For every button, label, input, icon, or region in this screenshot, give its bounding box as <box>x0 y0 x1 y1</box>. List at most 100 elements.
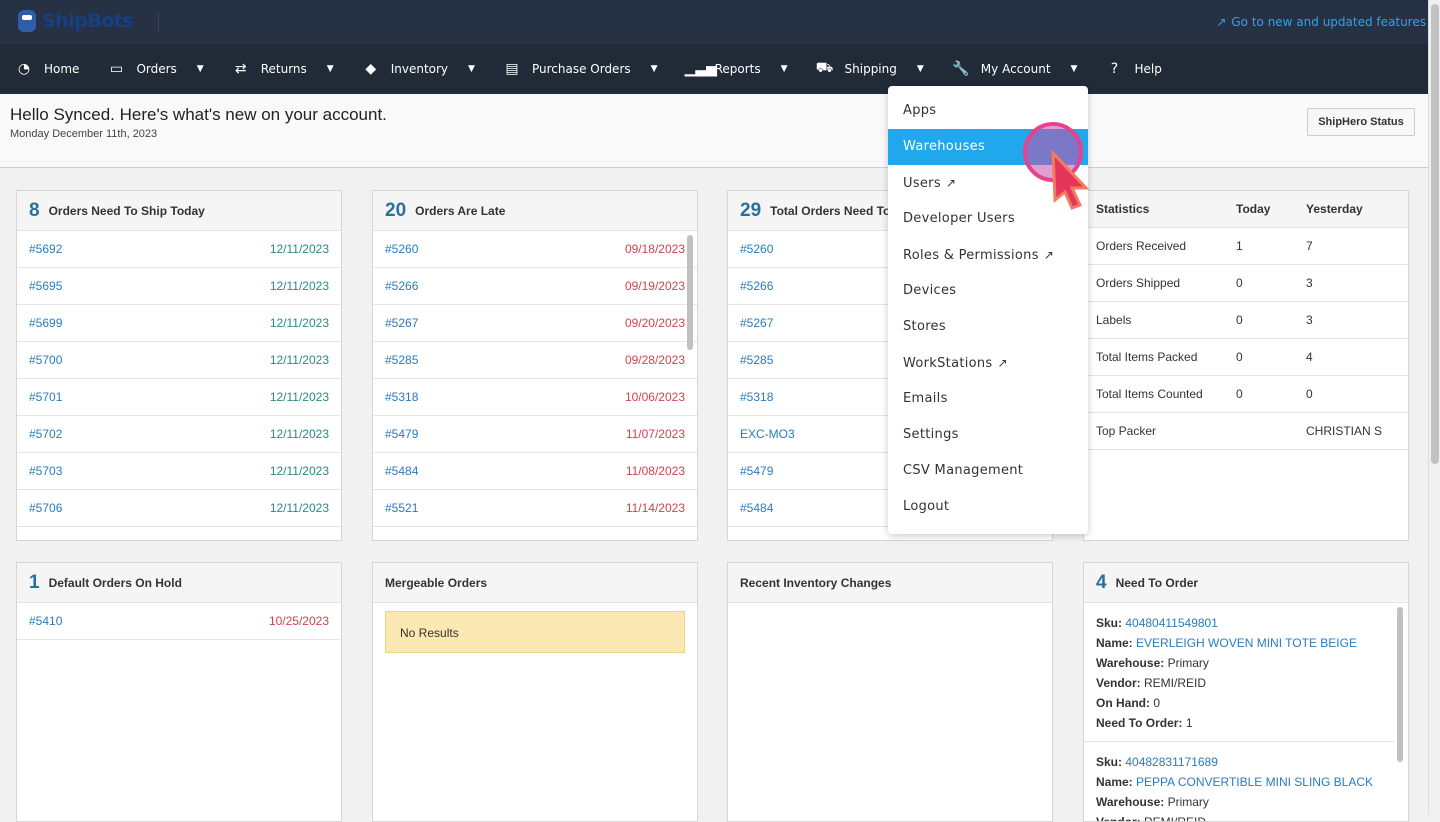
order-link[interactable]: #5266 <box>385 279 418 293</box>
order-link[interactable]: #5260 <box>740 242 773 256</box>
order-link[interactable]: #5260 <box>385 242 418 256</box>
order-link[interactable]: #5692 <box>29 242 62 256</box>
nav-my-account[interactable]: 🔧 My Account ▼ <box>951 61 1078 77</box>
order-date: 12/11/2023 <box>269 501 329 515</box>
menu-item-label: Logout <box>903 499 950 514</box>
order-link[interactable]: #5266 <box>740 279 773 293</box>
order-row: #5285 09/28/2023 <box>373 342 697 379</box>
panel-header: 4 Need To Order <box>1084 563 1408 603</box>
menu-item-workstations[interactable]: WorkStations ↗ <box>888 345 1088 381</box>
page-scrollbar[interactable] <box>1428 0 1440 815</box>
caret-down-icon[interactable]: ▼ <box>468 64 475 74</box>
order-link[interactable]: #5318 <box>385 390 418 404</box>
stats-row: Total Items Counted 0 0 <box>1084 375 1408 413</box>
nav-label: Purchase Orders <box>531 62 631 76</box>
order-link[interactable]: #5703 <box>29 464 62 478</box>
divider <box>158 12 159 32</box>
order-link[interactable]: #5521 <box>385 501 418 515</box>
nav-shipping[interactable]: ⛟ Shipping ▼ <box>815 60 924 78</box>
greeting-title: Hello Synced. Here's what's new on your … <box>10 105 387 124</box>
order-row: #5318 10/06/2023 <box>373 379 697 416</box>
panel-header: Recent Inventory Changes <box>728 563 1052 603</box>
menu-item-devices[interactable]: Devices <box>888 273 1088 309</box>
menu-item-roles-permissions[interactable]: Roles & Permissions ↗ <box>888 237 1088 273</box>
field-label: Sku: <box>1096 755 1123 769</box>
order-link[interactable]: #5701 <box>29 390 62 404</box>
order-link[interactable]: EXC-MO3 <box>740 427 795 441</box>
menu-item-label: Settings <box>903 427 959 442</box>
menu-item-logout[interactable]: Logout <box>888 489 1088 525</box>
nav-help[interactable]: ? Help <box>1104 61 1162 77</box>
caret-down-icon[interactable]: ▼ <box>197 64 204 74</box>
order-link[interactable]: #5285 <box>385 353 418 367</box>
order-date: 10/06/2023 <box>624 390 685 404</box>
logo[interactable]: ShipBots <box>18 10 134 32</box>
order-link[interactable]: #5318 <box>740 390 773 404</box>
menu-item-emails[interactable]: Emails <box>888 381 1088 417</box>
need-to-order-item: Sku: 40482831171689 Name: PEPPA CONVERTIB… <box>1084 742 1394 822</box>
order-link[interactable]: #5699 <box>29 316 62 330</box>
sku-value[interactable]: 40480411549801 <box>1125 616 1218 630</box>
order-link[interactable]: #5702 <box>29 427 62 441</box>
order-link[interactable]: #5695 <box>29 279 62 293</box>
menu-item-stores[interactable]: Stores <box>888 309 1088 345</box>
order-link[interactable]: #5484 <box>385 464 418 478</box>
order-row: #5706 12/11/2023 <box>17 490 341 527</box>
stats-cell: 0 <box>1224 301 1294 339</box>
greeting-date: Monday December 11th, 2023 <box>10 128 158 140</box>
order-link[interactable]: #5706 <box>29 501 62 515</box>
order-row: #5479 11/07/2023 <box>373 416 697 453</box>
tags-icon: ◆ <box>365 61 377 77</box>
caret-down-icon[interactable]: ▼ <box>781 64 788 74</box>
menu-item-csv-management[interactable]: CSV Management <box>888 453 1088 489</box>
stats-cell: 0 <box>1224 264 1294 302</box>
menu-item-settings[interactable]: Settings <box>888 417 1088 453</box>
stats-cell: 1 <box>1224 227 1294 265</box>
panel-header: 20 Orders Are Late <box>373 191 697 231</box>
nav-orders[interactable]: ▭ Orders ▼ <box>106 61 204 77</box>
shiphero-status-button[interactable]: ShipHero Status <box>1307 108 1415 136</box>
scrollbar-thumb[interactable] <box>1431 4 1439 464</box>
archive-icon: ▤ <box>505 61 519 77</box>
external-link-icon: ↗ <box>997 356 1008 370</box>
order-date: 12/11/2023 <box>269 353 329 367</box>
caret-down-icon[interactable]: ▼ <box>651 64 658 74</box>
field-label: Warehouse: <box>1096 795 1165 809</box>
external-link-icon: ↗ <box>1216 15 1227 29</box>
order-row: #5701 12/11/2023 <box>17 379 341 416</box>
warehouse-value: Primary <box>1167 656 1209 670</box>
order-link[interactable]: #5267 <box>385 316 418 330</box>
nav-reports[interactable]: ▁▃▅ Reports ▼ <box>685 61 788 77</box>
order-link[interactable]: #5700 <box>29 353 62 367</box>
order-link[interactable]: #5479 <box>385 427 418 441</box>
field-label: Vendor: <box>1096 815 1141 822</box>
new-features-link[interactable]: ↗ Go to new and updated features <box>1216 15 1426 29</box>
logo-text: ShipBots <box>42 10 134 32</box>
panel-scrollbar[interactable] <box>687 235 693 350</box>
nav-returns[interactable]: ⇄ Returns ▼ <box>231 61 334 77</box>
panel-scrollbar[interactable] <box>1397 607 1403 762</box>
panel-title: Default Orders On Hold <box>48 575 182 590</box>
mouse-cursor-icon <box>1051 150 1090 210</box>
order-link[interactable]: #5479 <box>740 464 773 478</box>
nav-purchase-orders[interactable]: ▤ Purchase Orders ▼ <box>502 61 658 77</box>
order-date: 12/11/2023 <box>269 316 329 330</box>
nav-inventory[interactable]: ◆ Inventory ▼ <box>361 61 475 77</box>
sku-value[interactable]: 40482831171689 <box>1125 755 1218 769</box>
caret-down-icon[interactable]: ▼ <box>327 64 334 74</box>
order-link[interactable]: #5267 <box>740 316 773 330</box>
order-link[interactable]: #5484 <box>740 501 773 515</box>
name-value[interactable]: PEPPA CONVERTIBLE MINI SLING BLACK <box>1136 775 1373 789</box>
order-link[interactable]: #5410 <box>29 614 62 628</box>
nav-home[interactable]: ◔ Home <box>14 61 80 77</box>
field-label: Name: <box>1096 775 1133 789</box>
caret-down-icon[interactable]: ▼ <box>1071 64 1078 74</box>
panel-title: Orders Need To Ship Today <box>48 203 205 218</box>
panel-title: Orders Are Late <box>415 203 506 218</box>
order-link[interactable]: #5285 <box>740 353 773 367</box>
stats-cell: Total Items Packed <box>1084 338 1224 376</box>
warehouse-value: Primary <box>1167 795 1209 809</box>
name-value[interactable]: EVERLEIGH WOVEN MINI TOTE BEIGE <box>1136 636 1357 650</box>
menu-item-label: Devices <box>903 283 957 298</box>
caret-down-icon[interactable]: ▼ <box>917 64 924 74</box>
